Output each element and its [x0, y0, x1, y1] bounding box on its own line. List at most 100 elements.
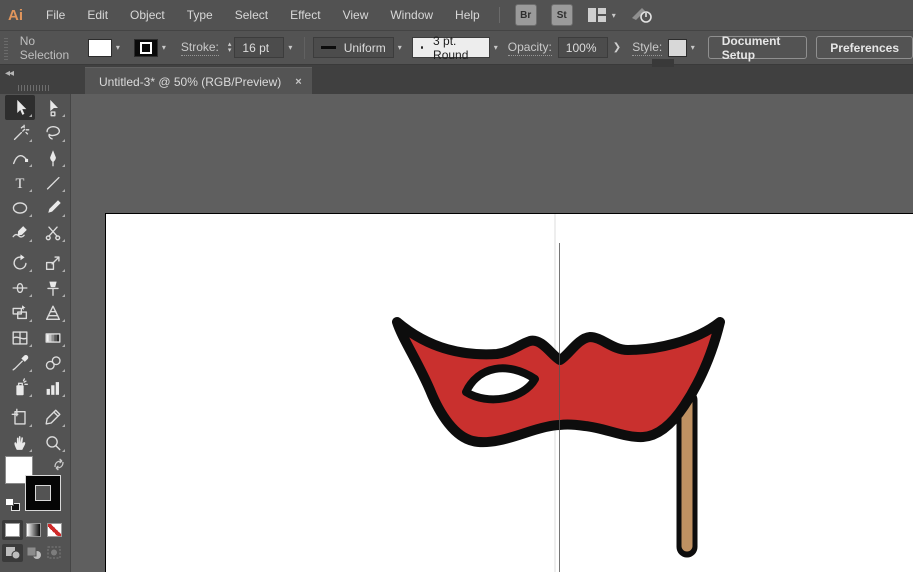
- eyedropper-icon: [10, 353, 30, 373]
- chevron-down-icon[interactable]: ▾: [158, 43, 170, 52]
- gradient-tool[interactable]: [38, 325, 68, 350]
- puppet-warp-icon: [43, 278, 63, 298]
- collapse-panel-icon[interactable]: ◂◂: [5, 68, 13, 79]
- preferences-button[interactable]: Preferences: [816, 36, 913, 59]
- menu-view[interactable]: View: [332, 8, 380, 22]
- draw-behind-icon[interactable]: [23, 544, 44, 562]
- curvature-tool[interactable]: [5, 145, 35, 170]
- symbol-sprayer-tool[interactable]: [5, 375, 35, 400]
- stroke-weight-field[interactable]: 16 pt: [234, 37, 284, 58]
- brush-definition-dropdown[interactable]: 3 pt. Round: [412, 37, 490, 58]
- menu-effect[interactable]: Effect: [279, 8, 331, 22]
- menubar-items: FileEditObjectTypeSelectEffectViewWindow…: [35, 8, 491, 22]
- slice-tool[interactable]: [38, 405, 68, 430]
- pen-icon: [43, 148, 63, 168]
- canvas-area[interactable]: [70, 94, 913, 572]
- pen-tool[interactable]: [38, 145, 68, 170]
- shaper-icon: [10, 223, 30, 243]
- stock-button[interactable]: St: [551, 4, 573, 26]
- chevron-down-icon[interactable]: ▾: [394, 43, 406, 52]
- menu-window[interactable]: Window: [379, 8, 444, 22]
- workspace-layout-icon: [586, 5, 608, 25]
- puppet-warp-tool[interactable]: [38, 275, 68, 300]
- swap-fill-stroke-icon[interactable]: [52, 458, 66, 471]
- stroke-color-box[interactable]: [26, 476, 60, 510]
- toolbar-grip[interactable]: [18, 85, 50, 91]
- eyedropper-tool[interactable]: [5, 350, 35, 375]
- document-tab-bar: ◂◂ Untitled-3* @ 50% (RGB/Preview) ×: [0, 65, 913, 95]
- mask-shape[interactable]: [397, 322, 720, 442]
- direct-selection-tool[interactable]: [38, 95, 68, 120]
- zoom-tool[interactable]: [38, 430, 68, 455]
- chevron-down-icon[interactable]: ▾: [284, 43, 296, 52]
- gradient-button[interactable]: [23, 520, 44, 540]
- document-tab[interactable]: Untitled-3* @ 50% (RGB/Preview) ×: [85, 67, 312, 95]
- collapsed-dock-stub[interactable]: [652, 59, 674, 67]
- ellipse-tool[interactable]: [5, 195, 35, 220]
- artboard-tool[interactable]: [5, 405, 35, 430]
- width-profile-dropdown[interactable]: Uniform: [313, 37, 394, 58]
- menu-type[interactable]: Type: [176, 8, 224, 22]
- shaper-tool[interactable]: [5, 220, 35, 245]
- opacity-label[interactable]: Opacity:: [508, 40, 552, 56]
- style-swatch[interactable]: [668, 39, 687, 57]
- line-segment-tool[interactable]: [38, 170, 68, 195]
- chevron-down-icon[interactable]: ▾: [687, 43, 699, 52]
- shape-builder-tool[interactable]: [5, 300, 35, 325]
- rotate-icon: [10, 253, 30, 273]
- stroke-swatch[interactable]: [134, 39, 158, 57]
- draw-normal-icon[interactable]: [2, 544, 23, 562]
- default-fill-stroke-icon[interactable]: [5, 498, 20, 511]
- workspace-switcher[interactable]: ▾: [586, 5, 616, 25]
- illustrator-window: Ai FileEditObjectTypeSelectEffectViewWin…: [0, 0, 913, 572]
- chevron-down-icon[interactable]: ▾: [490, 43, 502, 52]
- menu-object[interactable]: Object: [119, 8, 176, 22]
- panel-grip[interactable]: [4, 36, 8, 60]
- stroke-color-dropdown[interactable]: ▾: [134, 39, 170, 57]
- none-button[interactable]: [44, 520, 65, 540]
- width-tool[interactable]: [5, 275, 35, 300]
- type-icon: T: [10, 173, 30, 193]
- hand-icon: [10, 433, 30, 453]
- menu-help[interactable]: Help: [444, 8, 491, 22]
- perspective-grid-tool[interactable]: [38, 300, 68, 325]
- rotate-tool[interactable]: [5, 250, 35, 275]
- scale-tool[interactable]: [38, 250, 68, 275]
- fill-swatch[interactable]: [88, 39, 112, 57]
- menu-edit[interactable]: Edit: [76, 8, 119, 22]
- close-tab-icon[interactable]: ×: [295, 76, 301, 88]
- opacity-field[interactable]: 100%: [558, 37, 608, 58]
- menu-select[interactable]: Select: [224, 8, 279, 22]
- lasso-tool[interactable]: [38, 120, 68, 145]
- document-setup-button[interactable]: Document Setup: [708, 36, 808, 59]
- opacity-options-arrow[interactable]: ❯: [608, 42, 626, 53]
- scissors-tool[interactable]: [38, 220, 68, 245]
- paintbrush-tool[interactable]: [38, 195, 68, 220]
- type-tool[interactable]: T: [5, 170, 35, 195]
- column-graph-tool[interactable]: [38, 375, 68, 400]
- artwork-layer[interactable]: [105, 213, 913, 572]
- chevron-down-icon[interactable]: ▾: [112, 43, 124, 52]
- column-graph-icon: [43, 378, 63, 398]
- stroke-label[interactable]: Stroke:: [181, 40, 219, 56]
- symbol-sprayer-icon: [10, 378, 30, 398]
- mesh-tool[interactable]: [5, 325, 35, 350]
- selection-tool[interactable]: [5, 95, 35, 120]
- mask-eye-hole[interactable]: [466, 368, 535, 399]
- curvature-icon: [10, 148, 30, 168]
- draw-mode-buttons: [2, 544, 65, 562]
- bridge-button[interactable]: Br: [515, 4, 537, 26]
- blend-tool[interactable]: [38, 350, 68, 375]
- draw-inside-icon[interactable]: [44, 544, 65, 562]
- menu-bar: Ai FileEditObjectTypeSelectEffectViewWin…: [0, 0, 913, 31]
- stroke-weight-stepper[interactable]: ▴▾: [228, 42, 232, 54]
- style-label[interactable]: Style:: [632, 40, 662, 56]
- fill-color-dropdown[interactable]: ▾: [88, 39, 124, 57]
- hand-tool[interactable]: [5, 430, 35, 455]
- menu-file[interactable]: File: [35, 8, 76, 22]
- magic-wand-tool[interactable]: [5, 120, 35, 145]
- selection-icon: [10, 98, 30, 118]
- fill-stroke-indicator: [0, 454, 70, 516]
- touch-workspace-toggle[interactable]: [628, 4, 654, 26]
- color-button[interactable]: [2, 520, 23, 540]
